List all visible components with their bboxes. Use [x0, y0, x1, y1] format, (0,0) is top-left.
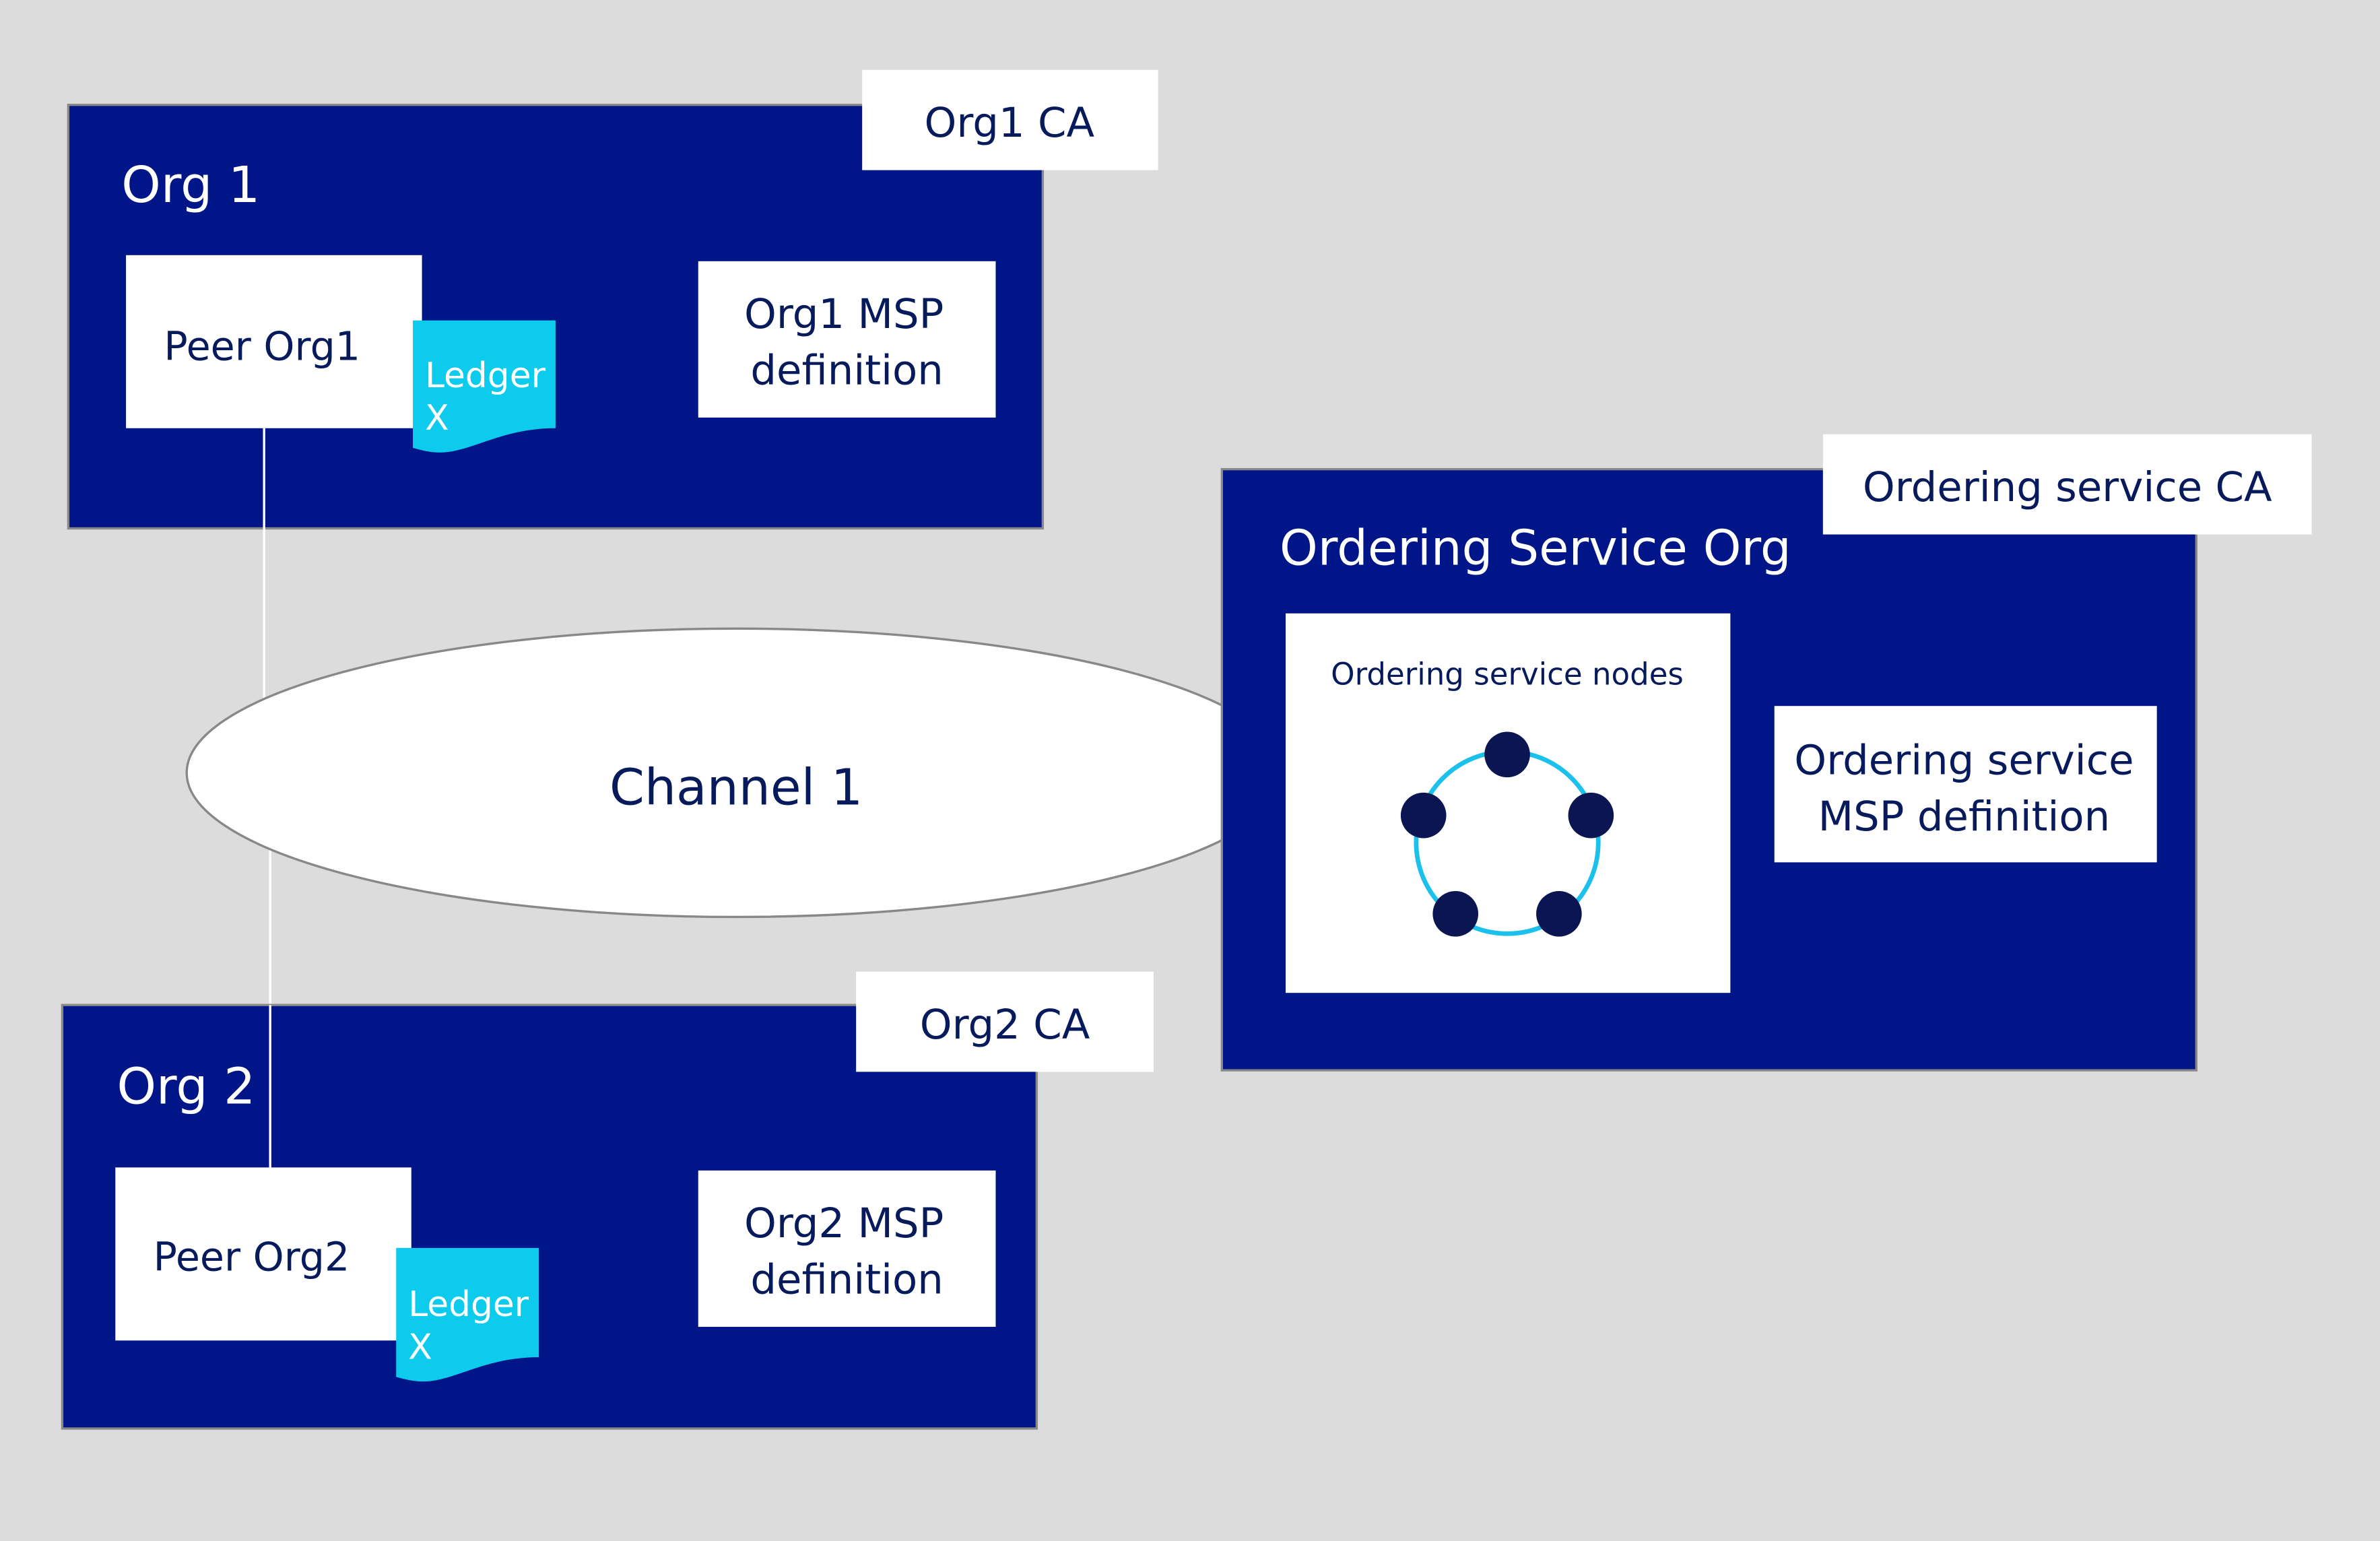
ordering-node: [1400, 792, 1447, 839]
ledger-org1-id: X: [425, 398, 449, 438]
ordering-node: [1568, 792, 1614, 839]
org1-group: Org1 CA Org 1 Peer Org1 Ledger X Org1 MS…: [67, 69, 1158, 530]
channel-label: Channel 1: [609, 758, 863, 817]
ordering-nodes-label: Ordering service nodes: [1331, 657, 1684, 692]
ordering-ca-label: Ordering service CA: [1863, 464, 2272, 511]
org1-ca-label: Org1 CA: [924, 100, 1094, 147]
peer-org1-label: Peer Org1: [164, 323, 360, 369]
ordering-node: [1536, 891, 1582, 937]
org2-ca-label: Org2 CA: [920, 1002, 1090, 1049]
ordering-node: [1484, 731, 1530, 778]
org1-msp-line2: definition: [750, 347, 943, 394]
peer-org2-label: Peer Org2: [154, 1235, 350, 1280]
ledger-org2-label: Ledger: [408, 1284, 529, 1325]
network-diagram: Org1 CA Org 1 Peer Org1 Ledger X Org1 MS…: [0, 0, 2380, 1541]
org1-title: Org 1: [121, 156, 260, 214]
ordering-msp-line1: Ordering service: [1794, 737, 2134, 785]
ordering-msp-line2: MSP definition: [1818, 793, 2111, 841]
ordering-org-group: Ordering service CA Ordering Service Org…: [1220, 434, 2312, 1072]
org2-title: Org 2: [117, 1057, 256, 1116]
ordering-node: [1432, 891, 1479, 937]
org2-group: Org2 CA Org 2 Peer Org2 Ledger X Org2 MS…: [61, 971, 1154, 1430]
org1-msp-line1: Org1 MSP: [744, 291, 944, 338]
ledger-org2-id: X: [408, 1327, 432, 1367]
ledger-org1-label: Ledger: [425, 356, 546, 396]
org2-msp-line1: Org2 MSP: [744, 1200, 944, 1247]
ordering-org-title: Ordering Service Org: [1280, 521, 1791, 577]
org2-msp-line2: definition: [750, 1256, 943, 1303]
